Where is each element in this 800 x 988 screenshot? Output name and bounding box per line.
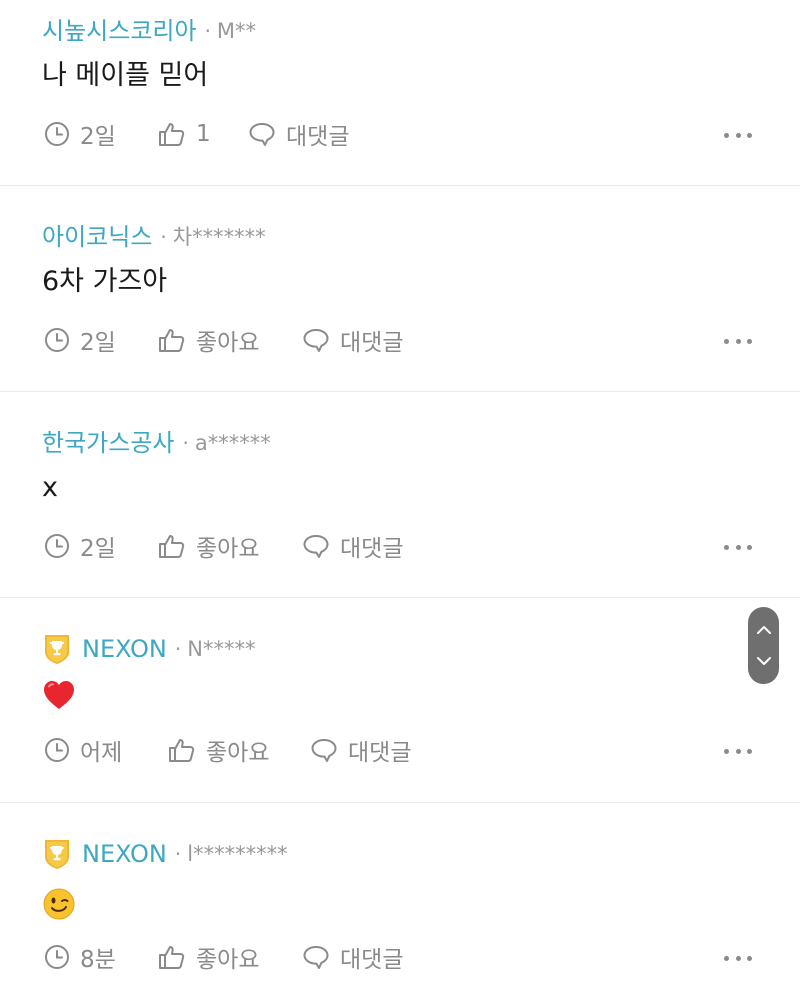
- comment-item: 한국가스공사 · a****** x 2일 좋아요 대댓글: [0, 392, 800, 598]
- reply-button[interactable]: 대댓글: [310, 733, 411, 767]
- company-name[interactable]: 시높시스코리아: [42, 14, 197, 48]
- timestamp: 어제: [44, 733, 122, 767]
- thumbs-up-icon: [169, 739, 195, 762]
- like-button[interactable]: 좋아요: [158, 323, 259, 357]
- chevron-up-icon[interactable]: [756, 624, 772, 636]
- like-button[interactable]: 좋아요: [168, 733, 269, 767]
- comment-header: 한국가스공사 · a******: [42, 426, 271, 460]
- speech-bubble-icon: [303, 329, 329, 352]
- company-name[interactable]: NEXON: [82, 837, 167, 871]
- comment-header: NEXON · N*****: [42, 632, 255, 666]
- separator-dot: ·: [174, 637, 182, 661]
- comment-text: 나 메이플 믿어: [42, 60, 209, 91]
- speech-bubble-icon: [249, 123, 275, 146]
- user-name: a******: [194, 431, 271, 455]
- reply-label: 대댓글: [340, 947, 404, 973]
- user-name: M**: [216, 19, 257, 43]
- clock-icon: [45, 945, 69, 969]
- comment-actions: 8분 좋아요 대댓글: [44, 940, 800, 974]
- trophy-badge-icon: [45, 840, 69, 869]
- trophy-badge-icon: [45, 635, 69, 664]
- clock-icon: [45, 328, 69, 352]
- timestamp-text: 2일: [80, 330, 116, 356]
- comment-header: 시높시스코리아 · M**: [42, 14, 256, 48]
- like-button[interactable]: 1: [158, 117, 211, 151]
- separator-dot: ·: [204, 19, 211, 43]
- more-options-icon[interactable]: [724, 125, 752, 145]
- like-label: 좋아요: [206, 740, 270, 766]
- speech-bubble-icon: [311, 739, 337, 762]
- company-name[interactable]: 아이코닉스: [42, 220, 152, 254]
- comment-actions: 2일 좋아요 대댓글: [44, 323, 800, 357]
- timestamp-text: 8분: [80, 947, 116, 973]
- timestamp: 2일: [44, 117, 116, 151]
- comment-item: NEXON · l********* 8분 좋아요 대댓글: [0, 803, 800, 988]
- like-label: 1: [196, 121, 211, 147]
- comment-header: NEXON · l*********: [42, 837, 288, 871]
- reply-button[interactable]: 대댓글: [248, 117, 349, 151]
- more-options-icon[interactable]: [724, 948, 752, 968]
- company-name[interactable]: NEXON: [82, 632, 167, 666]
- thumbs-up-icon: [159, 535, 185, 558]
- comment-header: 아이코닉스 · 차*******: [42, 220, 266, 254]
- more-options-icon[interactable]: [724, 331, 752, 351]
- thumbs-up-icon: [159, 329, 185, 352]
- comment-actions: 어제 좋아요 대댓글: [44, 733, 800, 767]
- reply-label: 대댓글: [340, 330, 404, 356]
- comment-actions: 2일 좋아요 대댓글: [44, 529, 800, 563]
- comment-text: x: [42, 472, 58, 503]
- company-name[interactable]: 한국가스공사: [42, 426, 174, 460]
- like-label: 좋아요: [196, 330, 260, 356]
- speech-bubble-icon: [303, 535, 329, 558]
- reply-button[interactable]: 대댓글: [302, 940, 403, 974]
- user-name: N*****: [187, 637, 256, 661]
- reply-button[interactable]: 대댓글: [302, 529, 403, 563]
- thumbs-up-icon: [159, 123, 185, 146]
- clock-icon: [45, 122, 69, 146]
- separator-dot: ·: [182, 431, 189, 455]
- comment-item: 아이코닉스 · 차******* 6차 가즈아 2일 좋아요 대댓글: [0, 186, 800, 392]
- timestamp-text: 2일: [80, 124, 116, 150]
- reply-button[interactable]: 대댓글: [302, 323, 403, 357]
- separator-dot: ·: [174, 842, 182, 866]
- reply-label: 대댓글: [348, 740, 412, 766]
- timestamp: 2일: [44, 323, 116, 357]
- reply-label: 대댓글: [286, 124, 350, 150]
- timestamp: 2일: [44, 529, 116, 563]
- timestamp-text: 어제: [80, 740, 123, 766]
- thumbs-up-icon: [159, 946, 185, 969]
- timestamp: 8분: [44, 940, 116, 974]
- comment-actions: 2일 1 대댓글: [44, 117, 800, 151]
- timestamp-text: 2일: [80, 536, 116, 562]
- red-heart-emoji: [44, 681, 74, 709]
- comment-item: NEXON · N***** 어제 좋아요 대댓글: [0, 598, 800, 803]
- more-options-icon[interactable]: [724, 741, 752, 761]
- user-name: 차*******: [172, 225, 266, 249]
- comment-text: 6차 가즈아: [42, 266, 168, 297]
- reply-label: 대댓글: [340, 536, 404, 562]
- clock-icon: [45, 738, 69, 762]
- like-label: 좋아요: [196, 536, 260, 562]
- scroll-controls: [748, 607, 779, 684]
- like-button[interactable]: 좋아요: [158, 940, 259, 974]
- winking-face-emoji: [43, 888, 75, 920]
- speech-bubble-icon: [303, 946, 329, 969]
- like-button[interactable]: 좋아요: [158, 529, 259, 563]
- chevron-down-icon[interactable]: [756, 655, 772, 667]
- user-name: l*********: [187, 842, 288, 866]
- more-options-icon[interactable]: [724, 537, 752, 557]
- like-label: 좋아요: [196, 947, 260, 973]
- comment-item: 시높시스코리아 · M** 나 메이플 믿어 2일 1 대댓글: [0, 0, 800, 186]
- separator-dot: ·: [160, 225, 167, 249]
- clock-icon: [45, 534, 69, 558]
